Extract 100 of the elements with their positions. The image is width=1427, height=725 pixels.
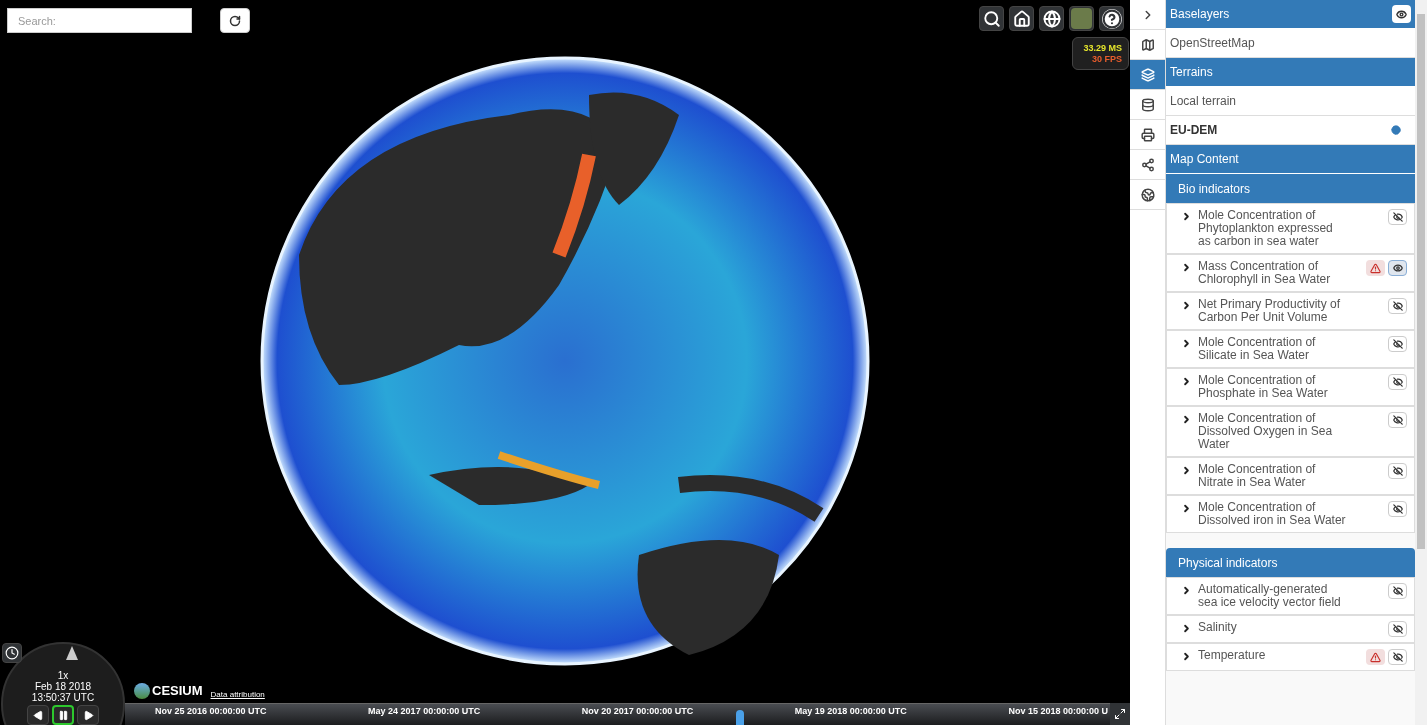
layer-row[interactable]: Mole Concentration of Silicate in Sea Water [1166, 330, 1415, 368]
globe-icon [1140, 187, 1155, 202]
layer-row[interactable]: Mole Concentration of Dissolved Oxygen in Sea Water [1166, 406, 1415, 457]
visibility-button[interactable] [1392, 5, 1411, 23]
visibility-toggle[interactable] [1388, 621, 1407, 637]
layer-title: Mole Concentration of Phosphate in Sea Water [1198, 374, 1329, 400]
visibility-toggle[interactable] [1388, 583, 1407, 599]
fullscreen-button[interactable] [1110, 703, 1130, 725]
refresh-icon [229, 14, 241, 27]
eye-slash-icon [1392, 301, 1403, 311]
layer-row[interactable]: Temperature [1166, 643, 1415, 671]
layers-icon [1140, 67, 1155, 82]
visibility-toggle[interactable] [1388, 463, 1407, 479]
help-icon [1101, 8, 1122, 29]
layer-row[interactable]: Automatically-generated sea ice velocity vector field [1166, 577, 1415, 615]
clock-icon [5, 646, 19, 660]
globe-icon [1391, 125, 1401, 135]
dial-pointer-icon [66, 646, 78, 660]
visibility-toggle[interactable] [1388, 209, 1407, 225]
layer-row[interactable]: Mole Concentration of Nitrate in Sea Water [1166, 457, 1415, 495]
map-icon [1140, 37, 1155, 52]
layer-title: Mole Concentration of Dissolved Oxygen in Sea Water [1198, 412, 1334, 451]
chevron-icon [1181, 211, 1192, 222]
eye-slash-icon [1392, 339, 1403, 349]
eye-slash-icon [1392, 504, 1403, 514]
section-title: Baselayers [1170, 6, 1230, 23]
database-icon [1140, 97, 1155, 112]
section-title: Map Content [1170, 151, 1239, 168]
visibility-toggle[interactable] [1388, 298, 1407, 314]
timeline-date-text: Nov 20 2017 00:00:00 UTC [581, 705, 694, 718]
timeline-date-text: Nov 15 2018 00:00:00 U [1008, 705, 1108, 718]
visibility-toggle[interactable] [1388, 412, 1407, 428]
layer-row[interactable]: Mass Concentration of Chlorophyll in Sea Water [1166, 254, 1415, 292]
refresh-button[interactable] [220, 8, 250, 33]
eye-slash-icon [1392, 624, 1403, 634]
play-reverse-button[interactable] [27, 705, 49, 725]
pause-button[interactable] [52, 705, 74, 725]
chevron-icon [1181, 300, 1192, 311]
layer-title: Net Primary Productivity of Carbon Per Unit Volume [1198, 298, 1342, 324]
visibility-toggle[interactable] [1388, 336, 1407, 352]
cesium-logo: CESIUM [134, 681, 203, 701]
eye-slash-icon [1392, 466, 1403, 476]
share-icon [1140, 157, 1155, 172]
layer-name: OpenStreetMap [1170, 35, 1255, 52]
time-text: 13:50:37 UTC [31, 692, 95, 703]
visibility-toggle[interactable] [1388, 649, 1407, 665]
visibility-toggle[interactable] [1388, 501, 1407, 517]
timeline-date-text: May 19 2018 00:00:00 UTC [794, 705, 907, 718]
play-icon [82, 709, 94, 721]
timeline-needle-icon[interactable] [735, 710, 744, 725]
timeline-bar[interactable]: Nov 25 2016 00:00:00 UTC May 24 2017 00:00:00 UTC Nov 20 2017 00:00:00 UTC May 19 2018 00:00:00 UTC Nov 15 2018 00:00:00 U [125, 703, 1110, 725]
speed-text: 1x [57, 670, 69, 681]
imagery-picker-button[interactable] [1069, 6, 1094, 31]
timeline-date-text: May 24 2017 00:00:00 UTC [368, 705, 481, 718]
logo-icon [134, 682, 150, 699]
scroll-thumb[interactable] [1417, 14, 1425, 549]
home-button[interactable] [1009, 6, 1034, 31]
layer-title: Mass Concentration of Chlorophyll in Sea Water [1198, 260, 1332, 286]
map-viewer[interactable]: Search: 33.29 MS 30 FPS 1x Feb 18 2018 13:50:37 UTC CESIUM Data attribution Nov 25 2016 00:00:00 UTC May 24 2017 00:00:00 UTC Nov 20 2017 00:00:00 UTC May 19 2018 00:00:00 UTC Nov 15 2018 00:00:00 U [0, 0, 1130, 725]
layer-row[interactable]: Salinity [1166, 615, 1415, 643]
fps-text: 30 FPS [1092, 53, 1122, 65]
layer-item[interactable]: Local terrain [1166, 87, 1415, 116]
visibility-toggle[interactable] [1388, 260, 1407, 276]
eye-icon [1392, 263, 1403, 273]
layer-row[interactable]: Mole Concentration of Dissolved iron in Sea Water [1166, 495, 1415, 533]
chevron-icon [1181, 503, 1192, 514]
frame-time-text: 33.29 MS [1083, 42, 1122, 54]
eye-slash-icon [1392, 586, 1403, 596]
chevron-icon [1181, 585, 1192, 596]
timeline-date-text: Nov 25 2016 00:00:00 UTC [155, 705, 267, 718]
search-field[interactable]: Search: [7, 8, 192, 33]
chevron-icon [1181, 465, 1192, 476]
chevron-icon [1181, 651, 1192, 662]
play-button[interactable] [77, 705, 99, 725]
layer-row[interactable]: Net Primary Productivity of Carbon Per Unit Volume [1166, 292, 1415, 330]
data-attribution-link[interactable]: Data attribution [210, 688, 265, 701]
group-header[interactable]: Physical indicators [1166, 548, 1415, 577]
layer-title: Automatically-generated sea ice velocity vector field [1198, 583, 1342, 609]
globe-button[interactable] [1039, 6, 1064, 31]
help-button[interactable] [1099, 6, 1124, 31]
eye-icon [1396, 8, 1407, 20]
clock-button[interactable] [2, 643, 22, 663]
satellite-thumbnail-icon [1071, 8, 1092, 29]
layer-name: Local terrain [1170, 93, 1237, 110]
layers-tab[interactable] [1130, 60, 1165, 90]
eye-slash-icon [1392, 212, 1403, 222]
search-button[interactable] [979, 6, 1004, 31]
layer-row[interactable]: Mole Concentration of Phytoplankton expressed as carbon in sea water [1166, 203, 1415, 254]
layer-item[interactable]: EU-DEM [1166, 116, 1415, 145]
layer-title: Salinity [1198, 621, 1238, 634]
group-header[interactable]: Bio indicators [1166, 174, 1415, 203]
visibility-toggle[interactable] [1388, 374, 1407, 390]
chevron-icon [1181, 414, 1192, 425]
eye-slash-icon [1392, 377, 1403, 387]
layer-name: EU-DEM [1170, 122, 1218, 139]
layer-row[interactable]: Mole Concentration of Phosphate in Sea Water [1166, 368, 1415, 406]
layer-item[interactable]: OpenStreetMap [1166, 29, 1415, 58]
chevron-icon [1181, 338, 1192, 349]
layer-title: Temperature [1198, 649, 1267, 662]
print-icon [1140, 127, 1155, 142]
